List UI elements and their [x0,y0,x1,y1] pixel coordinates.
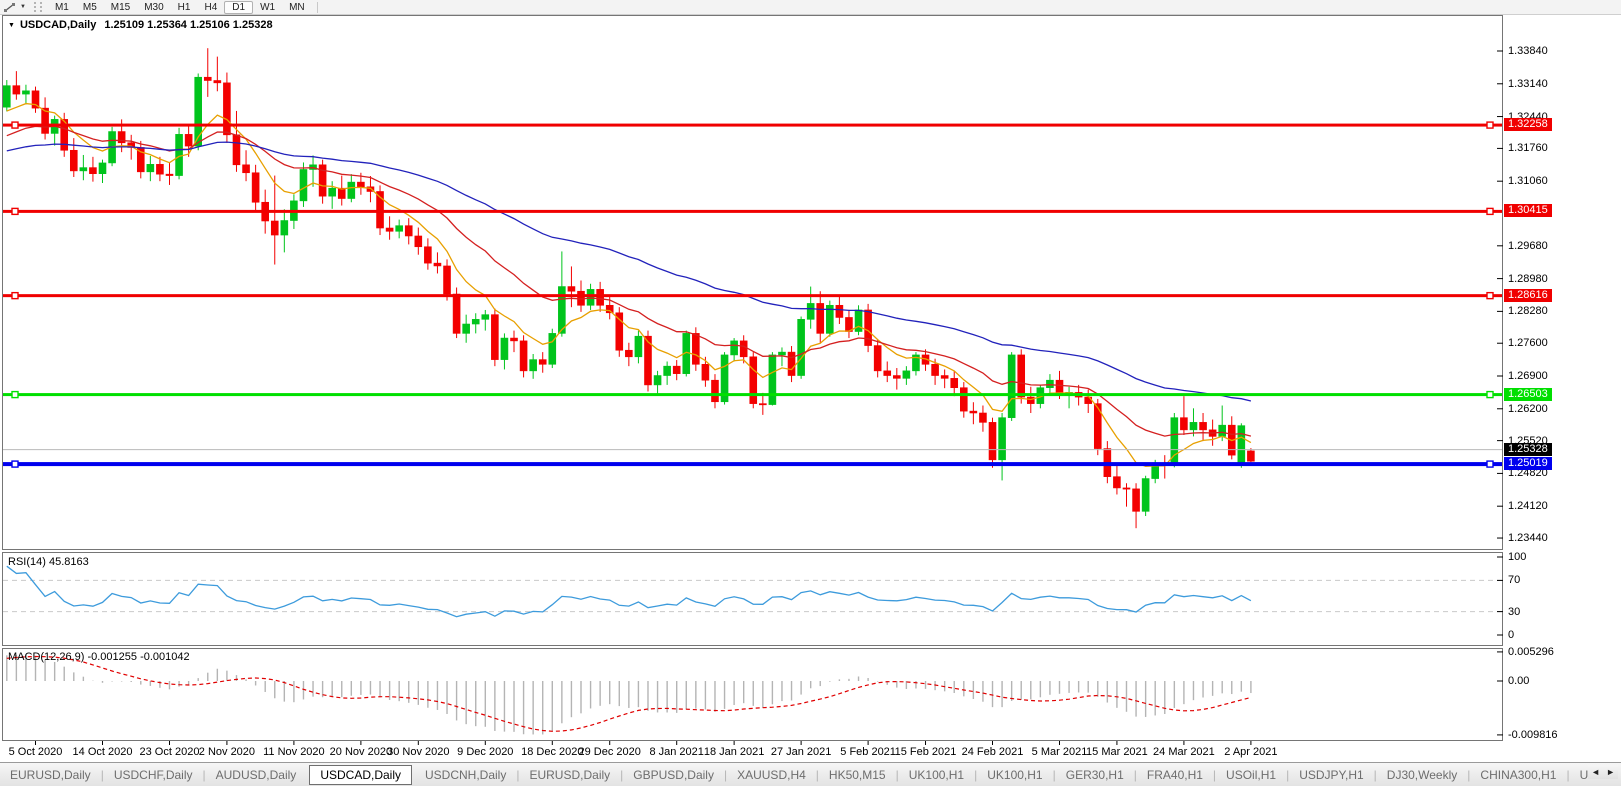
date-tick-label: 29 Dec 2020 [578,746,641,758]
timeframe-button-m15[interactable]: M15 [104,2,137,13]
chart-tab-bar: EURUSD,Daily | USDCHF,Daily | AUDUSD,Daily US… [0,762,1621,786]
chart-tab-usdcad-daily[interactable]: USDCAD,Daily [309,765,412,785]
line-price-tag: 1.26503 [1504,387,1552,401]
timeframe-button-m1[interactable]: M1 [48,2,76,13]
timeframe-buttons: M1 M5 M15 M30 H1 H4 D1 W1 MN [48,0,312,14]
macd-tick-label: 0.00 [1508,675,1530,687]
chart-tab-gbpusd-daily[interactable]: GBPUSD,Daily [623,765,724,785]
timeframe-button-mn[interactable]: MN [282,2,312,13]
rsi-tick-label: 100 [1508,551,1527,563]
chart-tab-audusd-daily[interactable]: AUDUSD,Daily [206,765,307,785]
date-tick-label: 23 Oct 2020 [139,746,200,758]
price-tick-label: 1.29680 [1508,239,1548,252]
price-tick-label: 1.33140 [1508,77,1548,90]
chart-tab-xauusd-h4[interactable]: XAUUSD,H4 [727,765,816,785]
chart-tab-eurusd-daily[interactable]: EURUSD,Daily [519,765,620,785]
date-tick-label: 24 Feb 2021 [961,746,1024,758]
rsi-label: RSI(14) 45.8163 [8,556,89,568]
date-tick-label: 15 Mar 2021 [1086,746,1148,758]
toolbar-grip [33,2,42,12]
rsi-tick-label: 30 [1508,605,1521,618]
chart-tab-usdjpy-h1[interactable]: USDJPY,H1 [1289,765,1373,785]
timeframe-button-h1[interactable]: H1 [171,2,198,13]
tab-scroll-left-icon[interactable]: ◄ [1591,767,1600,777]
chart-tab-china300-h1[interactable]: CHINA300,H1 [1470,765,1566,785]
date-tick-label: 2 Apr 2021 [1224,746,1278,758]
chart-tab-hk50-m15[interactable]: HK50,M15 [819,765,896,785]
price-tick-label: 1.31760 [1508,142,1548,155]
rsi-tick-label: 70 [1508,574,1521,587]
date-tick-label: 5 Feb 2021 [840,746,896,758]
timeframe-button-d1[interactable]: D1 [224,0,254,14]
line-price-tag: 1.32258 [1504,118,1552,132]
line-price-tag: 1.25019 [1504,457,1552,471]
chart-tab-dj30-weekly[interactable]: DJ30,Weekly [1377,765,1467,785]
macd-tick-label: -0.009816 [1508,728,1558,741]
toolbar-separator [316,1,318,13]
chart-tab-usdcnh-daily[interactable]: USDCNH,Daily [415,765,516,785]
tab-scroll-buttons: ◄ ► [1588,765,1618,779]
price-tick-label: 1.26900 [1508,370,1548,382]
macd-tick-label: 0.005296 [1508,645,1554,658]
trendline-tool-icon[interactable] [3,2,17,13]
timeframe-toolbar: ▼ M1 M5 M15 M30 H1 H4 D1 W1 MN [0,0,1621,15]
date-tick-label: 18 Dec 2020 [521,746,584,758]
price-tick-label: 1.24120 [1508,500,1548,513]
date-tick-label: 5 Oct 2020 [8,746,63,758]
bid-price-tag: 1.25328 [1504,442,1552,456]
price-chart-pane[interactable] [2,15,1503,550]
mt4-chart-window: ▼ M1 M5 M15 M30 H1 H4 D1 W1 MN ▼ USDCAD,Daily 1.… [0,0,1621,786]
date-tick-label: 8 Jan 2021 [649,746,704,758]
date-tick-label: 27 Jan 2021 [770,746,832,758]
timeframe-button-m5[interactable]: M5 [76,2,104,13]
chart-title: ▼ USDCAD,Daily 1.25109 1.25364 1.25106 1… [8,19,273,31]
macd-label: MACD(12,26,9) -0.001255 -0.001042 [8,651,190,663]
date-tick-label: 30 Nov 2020 [387,746,450,758]
chart-tab-fra40-h1[interactable]: FRA40,H1 [1137,765,1213,785]
price-tick-label: 1.28980 [1508,272,1548,285]
macd-indicator-pane[interactable] [2,648,1503,741]
date-tick-label: 14 Oct 2020 [72,746,133,758]
date-tick-label: 5 Mar 2021 [1031,746,1088,758]
chart-tab-uk100-h1[interactable]: UK100,H1 [977,765,1052,785]
tool-dropdown-icon[interactable]: ▼ [20,4,26,10]
price-tick-label: 1.28280 [1508,305,1548,318]
date-tick-label: 24 Mar 2021 [1153,746,1215,758]
timeframe-button-w1[interactable]: W1 [253,2,282,13]
timeframe-button-m30[interactable]: M30 [137,2,170,13]
line-price-tag: 1.30415 [1504,204,1552,218]
chart-tab-usoil-h1[interactable]: USOil,H1 [1216,765,1286,785]
price-tick-label: 1.23440 [1508,532,1548,545]
date-tick-label: 2 Nov 2020 [198,746,256,758]
date-tick-label: 20 Nov 2020 [329,746,393,758]
date-tick-label: 11 Nov 2020 [263,746,325,758]
chart-tab-uk100-h1[interactable]: UK100,H1 [899,765,974,785]
chart-tab-eurusd-daily[interactable]: EURUSD,Daily [0,765,101,785]
date-tick-label: 18 Jan 2021 [703,746,765,758]
date-tick-label: 15 Feb 2021 [894,746,957,758]
ohlc-values: 1.25109 1.25364 1.25106 1.25328 [104,19,273,31]
price-tick-label: 1.33840 [1508,45,1548,57]
line-price-tag: 1.28616 [1504,288,1552,302]
rsi-tick-label: 0 [1508,629,1515,641]
price-tick-label: 1.27600 [1508,337,1548,350]
price-tick-label: 1.31060 [1508,175,1548,188]
date-tick-label: 9 Dec 2020 [457,746,514,758]
tab-scroll-right-icon[interactable]: ► [1606,767,1615,777]
chart-tab-ger30-h1[interactable]: GER30,H1 [1056,765,1134,785]
chart-tab-usdchf-daily[interactable]: USDCHF,Daily [104,765,203,785]
timeframe-button-h4[interactable]: H4 [197,2,224,13]
symbol-name: USDCAD,Daily [19,19,97,31]
price-tick-label: 1.26200 [1508,402,1548,415]
rsi-indicator-pane[interactable] [2,552,1503,646]
symbol-dropdown-icon[interactable]: ▼ [8,22,15,29]
